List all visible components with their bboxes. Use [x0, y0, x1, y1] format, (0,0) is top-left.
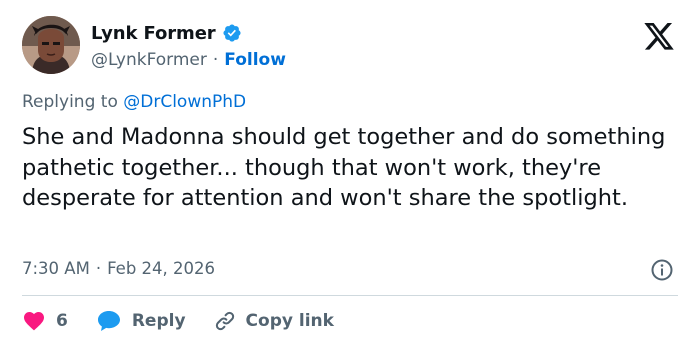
like-button[interactable]: 6 — [22, 309, 68, 333]
divider — [22, 295, 678, 296]
heart-icon — [24, 312, 44, 331]
avatar[interactable] — [22, 16, 80, 74]
copy-link-button[interactable]: Copy link — [214, 310, 334, 332]
tweet-card: Lynk Former @LynkFormer · Follow Replyin… — [0, 0, 700, 348]
like-count: 6 — [56, 311, 68, 331]
avatar-image — [22, 16, 80, 74]
info-icon[interactable] — [650, 258, 674, 282]
reply-label: Reply — [131, 311, 186, 331]
tweet-date: Feb 24, 2026 — [107, 259, 216, 278]
replying-to: Replying to @DrClownPhD — [22, 92, 246, 112]
reply-button[interactable]: Reply — [96, 309, 186, 333]
action-bar: 6 Reply Copy link — [22, 308, 334, 334]
replying-mention[interactable]: @DrClownPhD — [123, 92, 246, 112]
x-logo-icon[interactable] — [641, 21, 677, 51]
link-icon — [215, 311, 234, 331]
separator-dot: · — [212, 50, 219, 70]
user-name-row: Lynk Former — [91, 21, 242, 45]
copy-link-label: Copy link — [245, 311, 334, 331]
tweet-timestamp[interactable]: 7:30 AM · Feb 24, 2026 — [22, 259, 215, 278]
tweet-text: She and Madonna should get together and … — [22, 124, 666, 211]
user-handle-row: @LynkFormer · Follow — [91, 48, 286, 72]
timestamp-separator: · — [95, 259, 102, 278]
follow-button[interactable]: Follow — [224, 50, 286, 70]
replying-prefix: Replying to — [22, 92, 118, 112]
speech-bubble-icon — [97, 311, 120, 331]
tweet-time: 7:30 AM — [22, 259, 90, 278]
display-name[interactable]: Lynk Former — [91, 23, 216, 44]
user-handle[interactable]: @LynkFormer — [91, 50, 207, 70]
verified-badge-icon — [223, 24, 241, 42]
